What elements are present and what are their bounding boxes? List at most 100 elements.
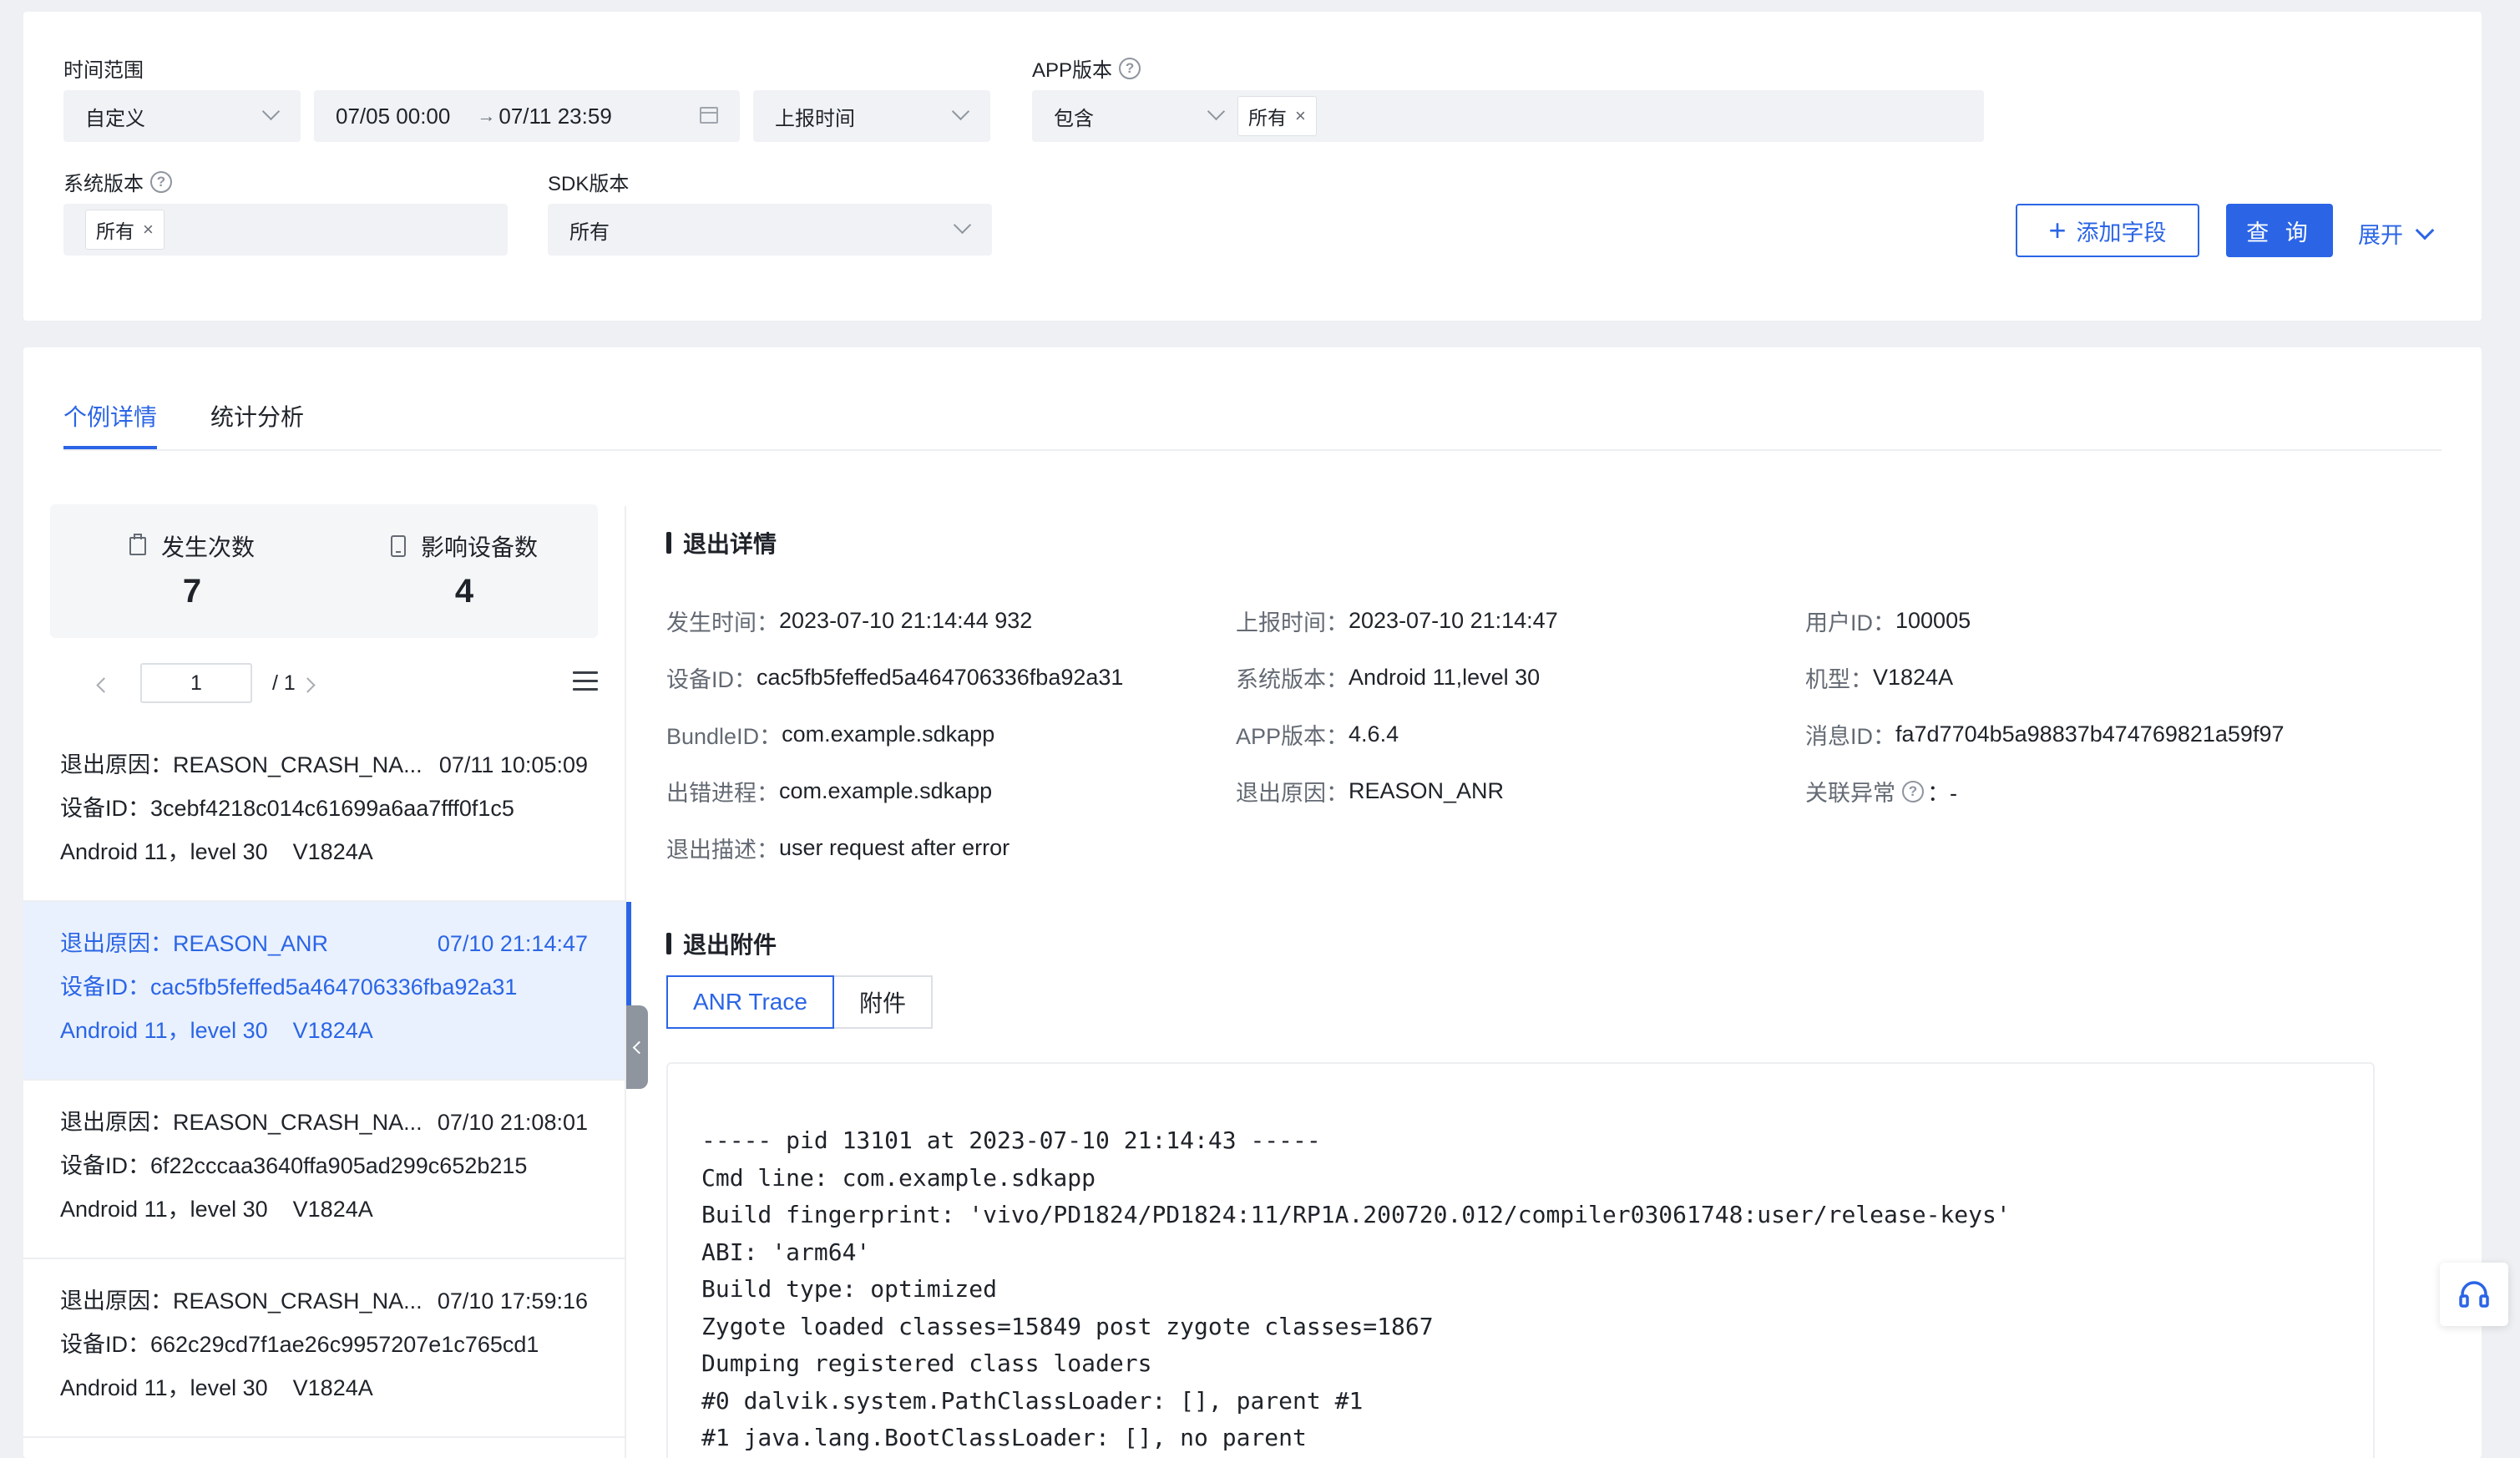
expand-link[interactable]: 展开 bbox=[2358, 217, 2435, 250]
menu-icon[interactable] bbox=[573, 671, 598, 693]
plus-icon: + bbox=[2048, 213, 2067, 247]
stats-summary: 发生次数 7 影响设备数 4 bbox=[50, 504, 598, 638]
item-os: Android 11，level 30 bbox=[60, 1018, 268, 1043]
devices-label: 影响设备数 bbox=[420, 534, 538, 560]
attachment-tabs: ANR Trace 附件 bbox=[666, 975, 933, 1029]
chevron-down-icon bbox=[953, 215, 972, 235]
close-icon[interactable]: × bbox=[1295, 105, 1306, 127]
os-version-input[interactable]: 所有 × bbox=[63, 204, 508, 256]
tab-case-detail[interactable]: 个例详情 bbox=[63, 399, 157, 433]
time-range-mode-value: 自定义 bbox=[85, 107, 145, 130]
item-model: V1824A bbox=[292, 1375, 373, 1400]
field-value: 4.6.4 bbox=[1349, 721, 1399, 747]
section-bar bbox=[666, 933, 671, 954]
exit-detail-title: 退出详情 bbox=[666, 526, 777, 559]
sdk-version-label-text: SDK版本 bbox=[548, 173, 630, 195]
field-key: 消息ID： bbox=[1805, 724, 1895, 749]
time-range-label-text: 时间范围 bbox=[63, 59, 144, 82]
app-version-field: APP版本： 4.6.4 bbox=[1236, 718, 1399, 751]
item-device: 设备ID：6f22cccaa3640ffa905ad299c652b215 bbox=[60, 1153, 528, 1178]
field-key: 出错进程： bbox=[666, 781, 779, 806]
anr-trace-content: ----- pid 13101 at 2023-07-10 21:14:43 -… bbox=[666, 1062, 2375, 1458]
time-type-select[interactable]: 上报时间 bbox=[753, 90, 990, 142]
field-value: com.example.sdkapp bbox=[779, 778, 993, 803]
attachments-title-text: 退出附件 bbox=[683, 932, 777, 958]
model-field: 机型： V1824A bbox=[1805, 661, 1953, 694]
chevron-down-icon bbox=[2415, 220, 2435, 240]
device-icon bbox=[390, 535, 406, 557]
field-key: APP版本： bbox=[1236, 724, 1349, 749]
item-reason: 退出原因：REASON_CRASH_NA... bbox=[60, 1288, 423, 1314]
tab-attachments[interactable]: 附件 bbox=[833, 975, 933, 1029]
query-button[interactable]: 查 询 bbox=[2226, 204, 2333, 257]
column-divider bbox=[625, 506, 626, 1458]
item-device: 设备ID：cac5fb5feffed5a464706336fba92a31 bbox=[60, 975, 518, 1000]
close-icon[interactable]: × bbox=[143, 219, 154, 240]
date-range-picker[interactable]: 07/05 00:00 → 07/11 23:59 bbox=[314, 90, 740, 142]
support-button[interactable] bbox=[2440, 1263, 2508, 1326]
process-field: 出错进程： com.example.sdkapp bbox=[666, 775, 992, 807]
item-reason: 退出原因：REASON_CRASH_NA... bbox=[60, 1110, 423, 1135]
tab-statistics[interactable]: 统计分析 bbox=[210, 399, 304, 433]
item-model: V1824A bbox=[292, 839, 373, 864]
clipboard-icon bbox=[129, 534, 146, 555]
app-version-op-value: 包含 bbox=[1054, 107, 1094, 130]
app-version-label-text: APP版本 bbox=[1032, 59, 1113, 82]
field-value: cac5fb5feffed5a464706336fba92a31 bbox=[757, 665, 1124, 690]
sdk-version-select[interactable]: 所有 bbox=[548, 204, 992, 256]
list-item[interactable]: 退出原因：REASON_CRASH_NA... 07/11 10:05:09 设备… bbox=[23, 723, 625, 902]
help-icon[interactable]: ? bbox=[1119, 57, 1141, 79]
tag-label: 所有 bbox=[96, 220, 134, 242]
field-value: 100005 bbox=[1895, 608, 1971, 633]
field-value: 2023-07-10 21:14:44 932 bbox=[779, 608, 1033, 633]
item-time: 07/10 17:59:16 bbox=[437, 1288, 588, 1314]
item-reason: 退出原因：REASON_CRASH_NA... bbox=[60, 752, 423, 777]
chevron-down-icon bbox=[1207, 102, 1226, 121]
date-start: 07/05 00:00 bbox=[336, 103, 451, 129]
section-bar bbox=[666, 532, 671, 554]
prev-page-icon[interactable] bbox=[96, 677, 112, 693]
time-type-value: 上报时间 bbox=[775, 107, 855, 130]
page-total: / 1 bbox=[272, 671, 296, 695]
os-version-label-text: 系统版本 bbox=[63, 173, 144, 195]
field-key: 上报时间： bbox=[1236, 610, 1349, 635]
app-version-label: APP版本 ? bbox=[1032, 53, 1141, 83]
item-os: Android 11，level 30 bbox=[60, 1375, 268, 1400]
add-field-button[interactable]: + 添加字段 bbox=[2016, 204, 2199, 257]
time-range-mode-select[interactable]: 自定义 bbox=[63, 90, 301, 142]
tabs-divider bbox=[63, 449, 2442, 451]
page-input[interactable]: 1 bbox=[140, 663, 252, 703]
query-label: 查 询 bbox=[2246, 220, 2313, 246]
exit-detail-title-text: 退出详情 bbox=[683, 531, 777, 557]
bundle-id-field: BundleID： com.example.sdkapp bbox=[666, 718, 994, 751]
help-icon[interactable]: ? bbox=[1902, 780, 1924, 802]
add-field-label: 添加字段 bbox=[2076, 220, 2167, 246]
main-panel: 个例详情 统计分析 发生次数 7 影响设备数 4 1 / 1 退出原因：REAS… bbox=[23, 347, 2482, 1458]
os-version-field: 系统版本： Android 11,level 30 bbox=[1236, 661, 1540, 694]
field-value: Android 11,level 30 bbox=[1349, 665, 1541, 690]
field-value: ：- bbox=[1927, 781, 1957, 806]
app-version-op-select[interactable]: 包含 bbox=[1054, 90, 1237, 142]
tag-label: 所有 bbox=[1248, 107, 1287, 129]
collapse-panel-handle[interactable] bbox=[626, 1005, 648, 1089]
sdk-version-value: 所有 bbox=[569, 220, 610, 244]
field-key: 设备ID： bbox=[666, 667, 757, 692]
field-value: V1824A bbox=[1873, 665, 1954, 690]
page-current: 1 bbox=[190, 671, 202, 695]
list-item[interactable]: 退出原因：REASON_CRASH_NA... 07/10 17:59:16 设备… bbox=[23, 1259, 625, 1438]
help-icon[interactable]: ? bbox=[150, 170, 172, 193]
list-item[interactable]: 退出原因：REASON_CRASH_NA... 07/10 21:08:01 设备… bbox=[23, 1081, 625, 1259]
occurrences-value: 7 bbox=[182, 573, 202, 610]
occurrences-label: 发生次数 bbox=[160, 534, 255, 560]
list-item-selected[interactable]: 退出原因：REASON_ANR 07/10 21:14:47 设备ID：cac5f… bbox=[23, 902, 631, 1081]
calendar-icon bbox=[700, 107, 718, 124]
next-page-icon[interactable] bbox=[300, 677, 316, 693]
related-exception-field: 关联异常? ：- bbox=[1805, 775, 1957, 807]
device-id-field: 设备ID： cac5fb5feffed5a464706336fba92a31 bbox=[666, 661, 1123, 694]
attachments-title: 退出附件 bbox=[666, 927, 777, 960]
field-key: 退出描述： bbox=[666, 838, 779, 863]
field-key: BundleID： bbox=[666, 724, 782, 749]
tab-anr-trace[interactable]: ANR Trace bbox=[666, 975, 834, 1029]
report-time-field: 上报时间： 2023-07-10 21:14:47 bbox=[1236, 605, 1558, 637]
exit-reason-field: 退出原因： REASON_ANR bbox=[1236, 775, 1504, 807]
